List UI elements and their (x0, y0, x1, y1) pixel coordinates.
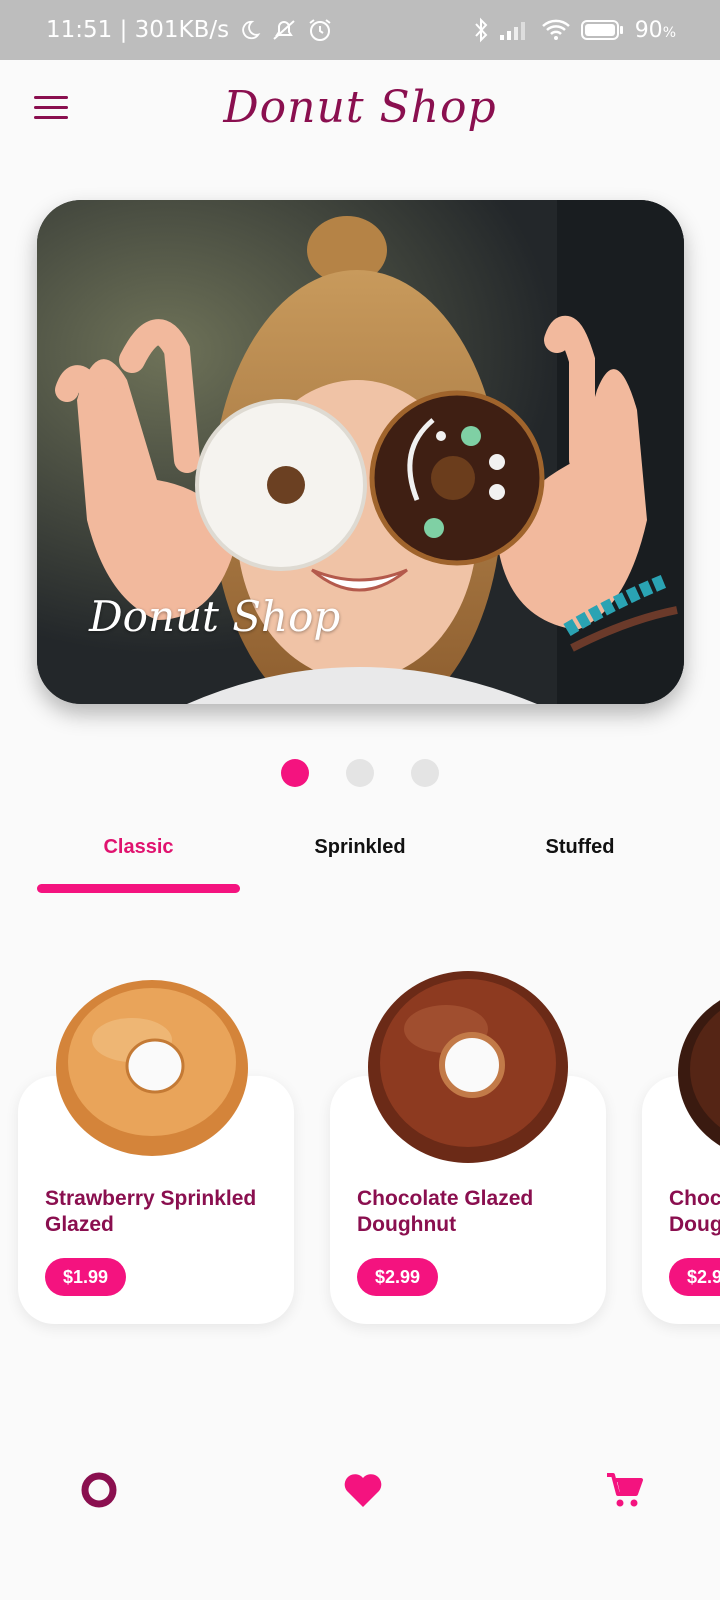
carousel-indicator (0, 759, 720, 787)
product-price[interactable]: $2.99 (357, 1258, 439, 1296)
app-bar: Donut Shop (0, 60, 720, 170)
status-right: 90% (473, 17, 676, 43)
product-list: Strawberry Sprinkled Glazed $1.99 Chocol… (0, 960, 720, 1340)
app-title: Donut Shop (223, 82, 497, 133)
product-name: Chocolate Glazed Doughnut (669, 1187, 720, 1236)
wifi-icon (541, 18, 571, 42)
banner-carousel[interactable]: Donut Shop (37, 200, 684, 704)
tab-sprinkled[interactable]: Sprinkled (260, 836, 460, 859)
nav-favorites-button[interactable] (333, 1460, 393, 1520)
bottom-navigation (0, 1460, 720, 1540)
status-left: 11:51 | 301KB/s (46, 17, 333, 43)
product-name: Chocolate Glazed Doughnut (357, 1187, 534, 1236)
tab-stuffed[interactable]: Stuffed (480, 836, 680, 859)
status-bar: 11:51 | 301KB/s 90% (0, 0, 720, 60)
banner-caption: Donut Shop (89, 592, 341, 641)
bluetooth-icon (473, 17, 489, 43)
mute-icon (271, 18, 297, 42)
nav-cart-button[interactable] (594, 1460, 654, 1520)
carousel-dot-2[interactable] (346, 759, 374, 787)
tab-indicator (37, 884, 240, 893)
chocolate-donut-image (678, 1000, 720, 1146)
heart-icon (344, 1474, 382, 1507)
carousel-dot-1[interactable] (281, 759, 309, 787)
product-price[interactable]: $1.99 (45, 1258, 127, 1296)
battery-percent: 90% (634, 17, 676, 43)
product-name: Strawberry Sprinkled Glazed (45, 1187, 257, 1236)
moon-icon (239, 19, 261, 41)
tab-classic[interactable]: Classic (37, 836, 240, 859)
glazed-donut-image (56, 980, 248, 1156)
product-price[interactable]: $2.99 (669, 1258, 720, 1296)
status-time-speed: 11:51 | 301KB/s (46, 17, 230, 43)
cart-icon (607, 1473, 643, 1507)
nav-home-button[interactable] (69, 1460, 129, 1520)
donut-icon (81, 1472, 117, 1508)
signal-icon (499, 19, 531, 41)
battery-icon (580, 19, 625, 41)
carousel-dot-3[interactable] (411, 759, 439, 787)
chocolate-donut-image (368, 971, 568, 1163)
alarm-icon (307, 17, 333, 43)
